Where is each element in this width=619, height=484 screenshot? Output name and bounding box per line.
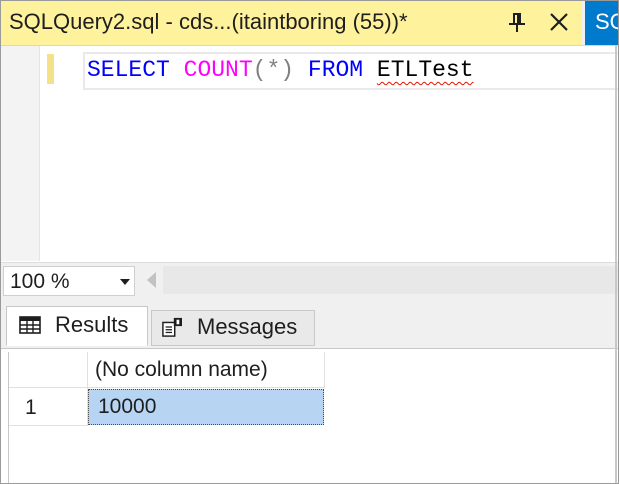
change-tracking-bar xyxy=(47,54,54,84)
document-tab-next[interactable]: SQ xyxy=(585,1,618,45)
pane-right-border xyxy=(615,45,617,483)
tab-messages-label: Messages xyxy=(197,314,298,339)
paren-expression: (*) xyxy=(252,57,295,83)
query-editor[interactable]: SELECT COUNT(*) FROM ETLTest xyxy=(1,46,618,261)
tab-messages[interactable]: Messages xyxy=(151,310,315,346)
results-grid[interactable]: (No column name) 1 10000 xyxy=(1,349,618,483)
column-header-label: (No column name) xyxy=(95,358,268,381)
document-tab-bar: SQLQuery2.sql - cds...(itaintboring (55)… xyxy=(1,1,618,46)
editor-gutter xyxy=(1,46,40,261)
zoom-strip: 100 % xyxy=(1,262,618,299)
document-tab-next-label: SQ xyxy=(595,9,618,34)
close-icon[interactable] xyxy=(544,7,574,37)
function-count: COUNT xyxy=(183,57,253,83)
tab-results-label: Results xyxy=(55,312,129,337)
row-header[interactable]: 1 xyxy=(9,388,88,426)
result-cell-selected[interactable]: 10000 xyxy=(88,389,324,425)
results-grid-icon xyxy=(19,316,41,334)
horizontal-scrollbar[interactable] xyxy=(163,266,618,294)
scroll-left-icon[interactable] xyxy=(147,272,156,288)
result-cell-value: 10000 xyxy=(98,395,157,418)
zoom-dropdown-icon xyxy=(120,279,130,285)
code-line-1[interactable]: SELECT COUNT(*) FROM ETLTest xyxy=(87,57,474,83)
messages-icon xyxy=(162,317,182,337)
result-tab-strip: Results Messages xyxy=(1,298,618,349)
column-header[interactable]: (No column name) xyxy=(87,352,325,388)
document-tab-title: SQLQuery2.sql - cds...(itaintboring (55)… xyxy=(9,9,408,34)
grid-corner-cell[interactable] xyxy=(9,352,88,388)
tab-results[interactable]: Results xyxy=(6,306,148,346)
table-name: ETLTest xyxy=(376,57,474,83)
zoom-value: 100 % xyxy=(10,270,70,293)
row-number: 1 xyxy=(25,396,37,419)
zoom-select[interactable]: 100 % xyxy=(3,266,135,296)
keyword-from: FROM xyxy=(307,57,364,83)
document-tab-active[interactable]: SQLQuery2.sql - cds...(itaintboring (55)… xyxy=(1,1,582,45)
pin-icon[interactable] xyxy=(504,9,530,37)
query-window: SQLQuery2.sql - cds...(itaintboring (55)… xyxy=(0,0,619,484)
keyword-select: SELECT xyxy=(87,57,170,83)
